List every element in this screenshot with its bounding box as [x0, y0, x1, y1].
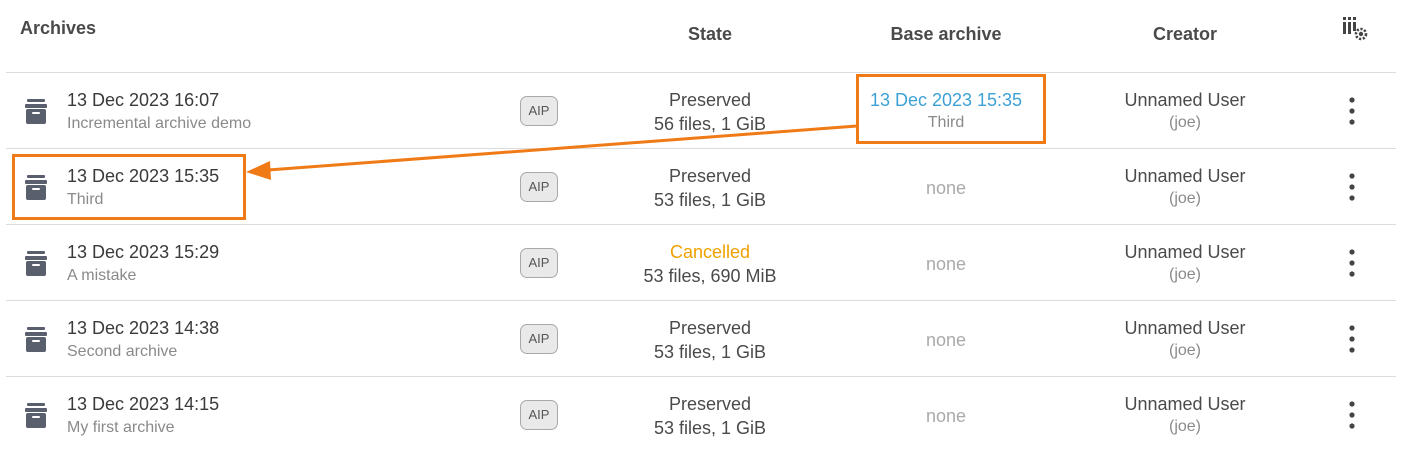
archive-description: A mistake	[67, 267, 137, 284]
archive-row[interactable]: 13 Dec 2023 14:15 My first archive AIP P…	[6, 376, 1396, 452]
vertical-dots-icon[interactable]	[1342, 95, 1362, 127]
vertical-dots-icon[interactable]	[1342, 399, 1362, 431]
state-column-header: State	[687, 24, 732, 44]
archive-row[interactable]: 13 Dec 2023 16:07 Incremental archive de…	[6, 72, 1396, 148]
archive-box-icon	[25, 175, 47, 200]
aip-badge[interactable]: AIP	[520, 96, 558, 126]
aip-badge[interactable]: AIP	[520, 248, 558, 278]
size-label: 53 files, 1 GiB	[653, 342, 767, 362]
archive-box-icon	[25, 403, 47, 428]
base-archive-link[interactable]: 13 Dec 2023 15:35	[856, 90, 1036, 111]
base-archive-cell: none	[856, 242, 1036, 275]
archive-row[interactable]: 13 Dec 2023 14:38 Second archive AIP Pre…	[6, 300, 1396, 376]
base-archive-none: none	[925, 178, 967, 198]
state-cell: Preserved 53 files, 1 GiB	[610, 166, 810, 211]
base-archive-cell: none	[856, 394, 1036, 427]
creator-cell: Unnamed User (joe)	[1100, 394, 1270, 436]
base-archive-none: none	[925, 406, 967, 426]
base-archive-cell: none	[856, 318, 1036, 351]
archive-description: Incremental archive demo	[67, 115, 252, 132]
archive-date[interactable]: 13 Dec 2023 15:35	[67, 166, 219, 187]
table-header: Archives State Base archive Creator	[0, 0, 1410, 72]
state-cell: Cancelled 53 files, 690 MiB	[610, 242, 810, 287]
archive-description: Second archive	[67, 343, 178, 360]
base-archive-cell: 13 Dec 2023 15:35 Third	[856, 90, 1036, 132]
vertical-dots-icon[interactable]	[1342, 171, 1362, 203]
creator-cell: Unnamed User (joe)	[1100, 166, 1270, 208]
vertical-dots-icon[interactable]	[1342, 323, 1362, 355]
archive-box-icon	[25, 99, 47, 124]
archives-list: 13 Dec 2023 16:07 Incremental archive de…	[6, 72, 1396, 452]
archive-box-icon	[25, 327, 47, 352]
aip-badge[interactable]: AIP	[520, 400, 558, 430]
creator-login: (joe)	[1168, 418, 1201, 435]
creator-cell: Unnamed User (joe)	[1100, 318, 1270, 360]
creator-name: Unnamed User	[1124, 166, 1246, 186]
creator-name: Unnamed User	[1124, 318, 1246, 338]
creator-column-header: Creator	[1152, 24, 1218, 44]
archive-date[interactable]: 13 Dec 2023 14:15	[67, 394, 219, 415]
base-archive-column-header: Base archive	[890, 24, 1002, 44]
size-label: 53 files, 1 GiB	[653, 418, 767, 438]
state-label: Preserved	[668, 318, 752, 338]
aip-badge[interactable]: AIP	[520, 172, 558, 202]
creator-name: Unnamed User	[1124, 242, 1246, 262]
creator-name: Unnamed User	[1124, 394, 1246, 414]
base-archive-cell: none	[856, 166, 1036, 199]
size-label: 56 files, 1 GiB	[653, 114, 767, 134]
archive-description: My first archive	[67, 419, 175, 436]
state-cell: Preserved 53 files, 1 GiB	[610, 394, 810, 439]
archive-row[interactable]: 13 Dec 2023 15:35 Third AIP Preserved 53…	[6, 148, 1396, 224]
base-archive-none: none	[925, 254, 967, 274]
state-label: Preserved	[668, 90, 752, 110]
size-label: 53 files, 690 MiB	[643, 266, 777, 286]
state-cell: Preserved 56 files, 1 GiB	[610, 90, 810, 135]
state-label: Preserved	[668, 166, 752, 186]
creator-login: (joe)	[1168, 114, 1201, 131]
archive-date[interactable]: 13 Dec 2023 15:29	[67, 242, 219, 263]
aip-badge[interactable]: AIP	[520, 324, 558, 354]
creator-login: (joe)	[1168, 342, 1201, 359]
archive-date[interactable]: 13 Dec 2023 16:07	[67, 90, 219, 111]
state-label: Cancelled	[669, 242, 751, 262]
creator-cell: Unnamed User (joe)	[1100, 90, 1270, 132]
base-archive-none: none	[925, 330, 967, 350]
archive-date[interactable]: 13 Dec 2023 14:38	[67, 318, 219, 339]
creator-name: Unnamed User	[1124, 90, 1246, 110]
column-settings-icon[interactable]	[1341, 14, 1369, 42]
archive-box-icon	[25, 251, 47, 276]
base-archive-description: Third	[927, 114, 965, 131]
state-label: Preserved	[668, 394, 752, 414]
size-label: 53 files, 1 GiB	[653, 190, 767, 210]
archive-row[interactable]: 13 Dec 2023 15:29 A mistake AIP Cancelle…	[6, 224, 1396, 300]
vertical-dots-icon[interactable]	[1342, 247, 1362, 279]
archives-heading: Archives	[20, 18, 97, 38]
state-cell: Preserved 53 files, 1 GiB	[610, 318, 810, 363]
creator-cell: Unnamed User (joe)	[1100, 242, 1270, 284]
creator-login: (joe)	[1168, 266, 1201, 283]
creator-login: (joe)	[1168, 190, 1201, 207]
archive-description: Third	[67, 191, 104, 208]
